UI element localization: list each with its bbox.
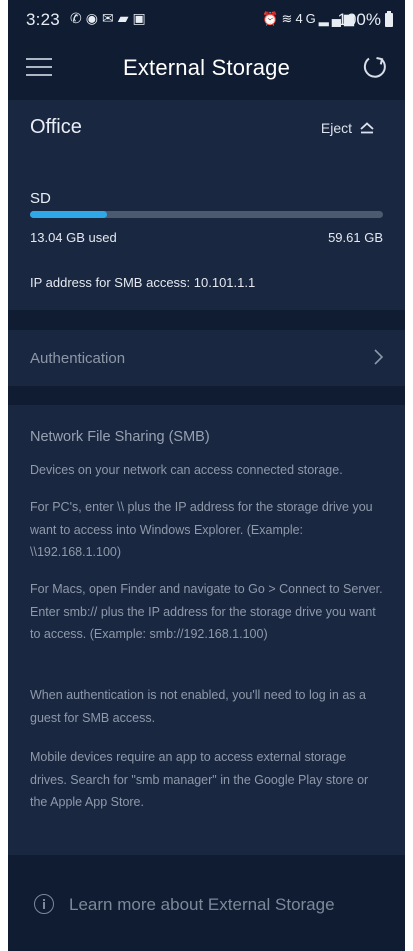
storage-usage-bar (30, 211, 383, 218)
battery-icon (385, 11, 393, 27)
page-title: External Storage (122, 55, 291, 80)
smb-ip-address: IP address for SMB access: 10.101.1.1 (30, 275, 256, 290)
eject-label: Eject (320, 120, 352, 136)
info-paragraph: When authentication is not enabled, you'… (30, 688, 366, 725)
status-bar: 3:23 ✆◉✉▰▣ ⏰≋4G▂▄▆ 100% (8, 0, 405, 38)
info-paragraph: Devices on your network can access conne… (30, 463, 343, 477)
app-header: External Storage (8, 38, 405, 100)
learn-more-label: Learn more about External Storage (69, 895, 335, 914)
storage-usage-fill (30, 211, 108, 218)
status-time: 3:23 (26, 10, 60, 29)
notification-icons: ✆◉✉▰▣ (70, 10, 150, 27)
authentication-label: Authentication (30, 350, 126, 367)
info-paragraph: For Macs, open Finder and navigate to Go… (30, 582, 383, 641)
storage-card: Office Eject SD 13.04 GB used 59.61 GB I… (8, 100, 405, 310)
eject-button[interactable]: Eject (321, 120, 375, 136)
storage-location: Office (30, 116, 82, 138)
authentication-row[interactable]: Authentication (8, 330, 405, 386)
sim-icon: ▣ (132, 10, 150, 26)
smb-info-title: Network File Sharing (SMB) (30, 429, 210, 445)
info-icon (34, 894, 54, 914)
eject-icon (360, 122, 374, 134)
smb-info-section: Network File Sharing (SMB) Devices on yo… (8, 405, 405, 855)
mail-icon: ✉ (101, 10, 118, 26)
whatsapp-icon: ✆ (70, 10, 86, 26)
4g-icon: 4G (295, 11, 319, 26)
info-paragraph: For PC's, enter \\ plus the IP address f… (30, 500, 373, 559)
battery-percent: 100% (337, 10, 381, 29)
learn-more-link[interactable]: Learn more about External Storage (8, 875, 405, 937)
info-paragraph: Mobile devices require an app to access … (30, 750, 369, 809)
wifi-icon: ≋ (281, 11, 296, 26)
drive-label: SD (30, 190, 51, 207)
app-screen: 3:23 ✆◉✉▰▣ ⏰≋4G▂▄▆ 100% External Storage… (8, 0, 405, 951)
chat-icon: ▰ (117, 10, 133, 26)
storage-total: 59.61 GB (328, 230, 383, 245)
alarm-icon: ⏰ (262, 11, 282, 26)
storage-used: 13.04 GB used (30, 230, 117, 245)
hotspot-icon: ◉ (85, 10, 102, 26)
refresh-icon[interactable] (361, 53, 389, 81)
chevron-right-icon (374, 349, 384, 365)
